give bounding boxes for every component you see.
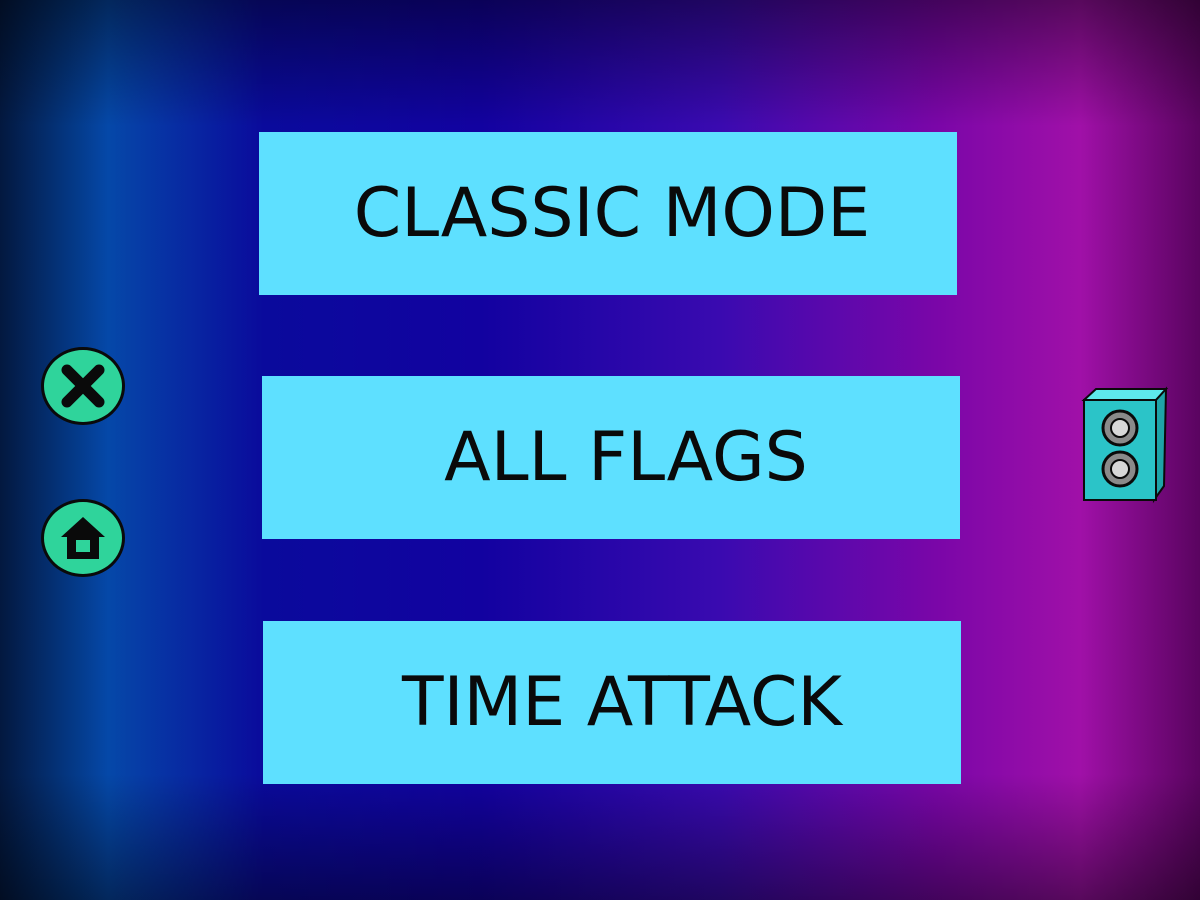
- all-flags-label: ALL FLAGS: [444, 418, 808, 497]
- time-attack-label: TIME ATTACK: [401, 663, 843, 742]
- classic-mode-label: CLASSIC MODE: [353, 174, 871, 253]
- all-flags-button[interactable]: ALL FLAGS: [262, 376, 960, 539]
- close-button[interactable]: [41, 347, 125, 425]
- close-icon: [61, 364, 105, 408]
- speaker-icon[interactable]: [1080, 386, 1170, 504]
- home-button[interactable]: [41, 499, 125, 577]
- home-icon: [61, 517, 105, 559]
- time-attack-button[interactable]: TIME ATTACK: [263, 621, 961, 784]
- classic-mode-button[interactable]: CLASSIC MODE: [259, 132, 957, 295]
